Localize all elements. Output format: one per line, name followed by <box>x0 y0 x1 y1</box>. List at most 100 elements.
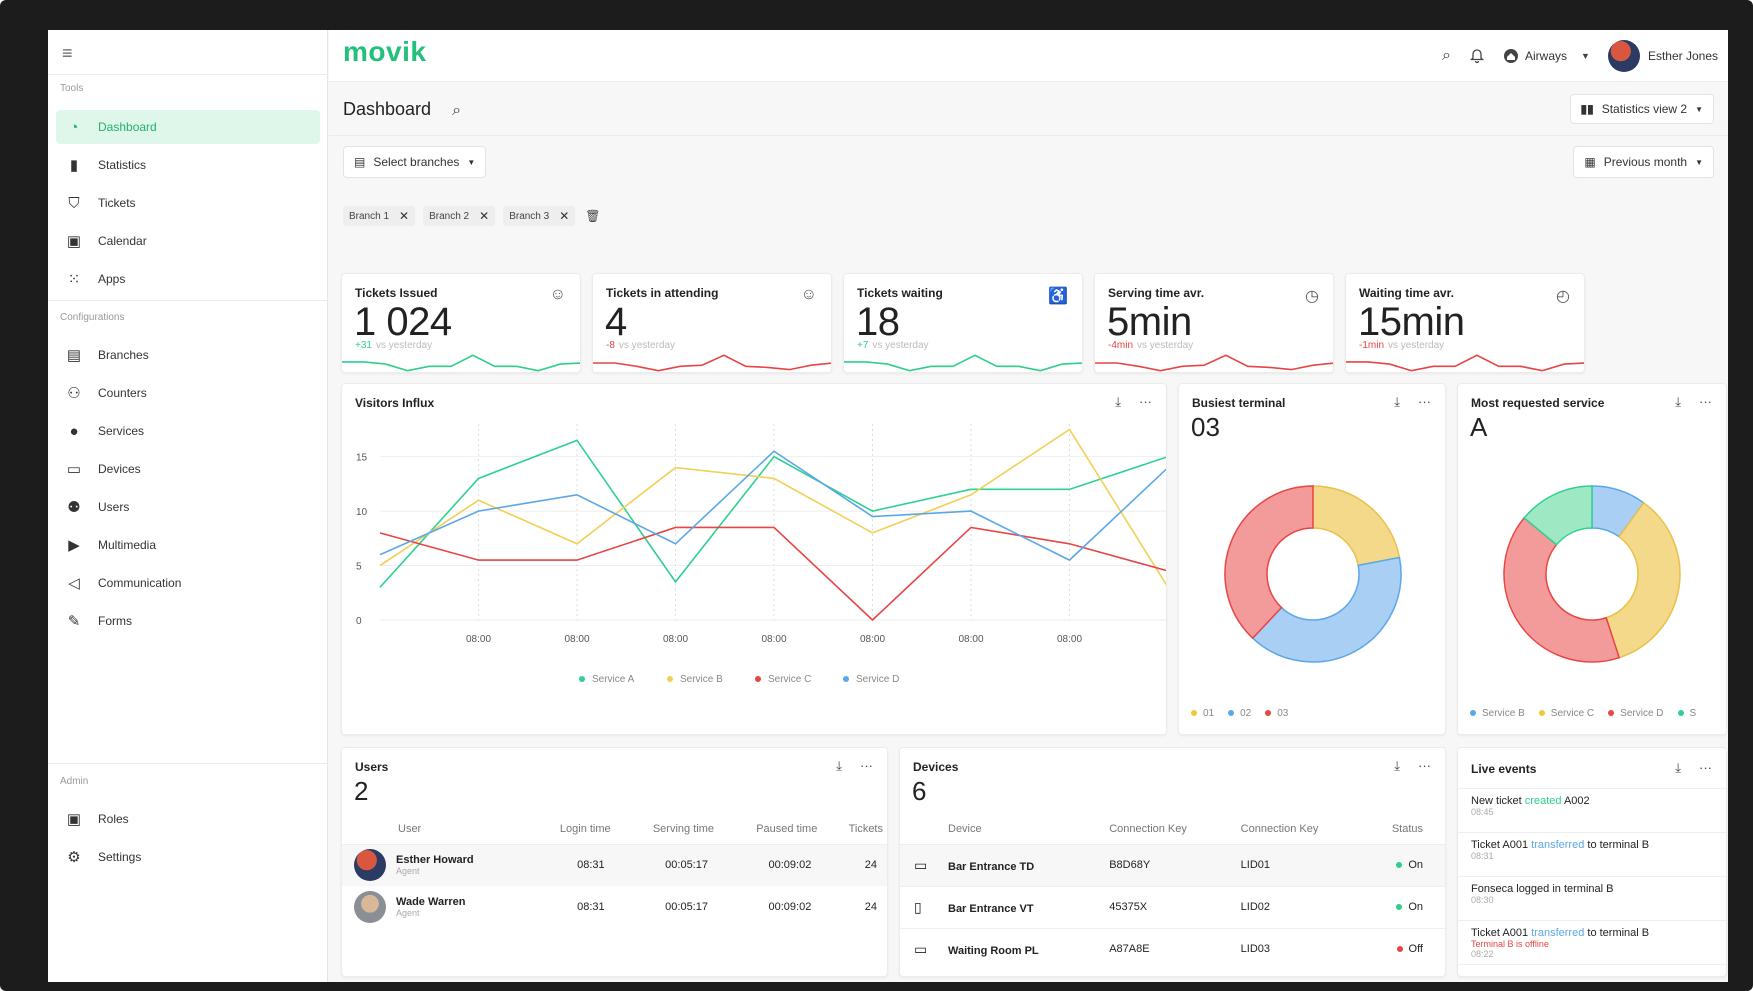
sidebar-item-counters[interactable]: ⚇ Counters <box>56 376 320 410</box>
legend-marker <box>1470 710 1476 716</box>
sidebar: ≡ Tools ◔ Dashboard ▮ Statistics ⛉ Tickets ▣ Ca… <box>48 30 328 982</box>
column-header: User <box>398 822 422 835</box>
download-icon[interactable]: ⤓ <box>1394 758 1400 774</box>
chevron-down-icon: ▼ <box>467 157 476 167</box>
user-name: Wade Warren <box>396 896 466 908</box>
sidebar-item-branches[interactable]: ▤ Branches <box>56 338 320 372</box>
status-dot <box>1396 862 1403 868</box>
y-tick-label: 10 <box>356 507 368 518</box>
services-icon: ● <box>69 422 79 440</box>
face-icon: ☺ <box>549 286 566 303</box>
sidebar-item-services[interactable]: ● Services <box>56 414 320 448</box>
sidebar-item-apps[interactable]: ⁙ Apps <box>56 262 320 296</box>
sidebar-item-dashboard[interactable]: ◔ Dashboard <box>56 110 320 144</box>
kpi-card: Serving time avr. 5min ◷ -4min vs yesterday <box>1094 273 1334 373</box>
legend-item: 01 <box>1191 708 1214 719</box>
statistics-view-dropdown[interactable]: ▮▮ Statistics view 2 ▼ <box>1569 94 1714 124</box>
kpi-card: Tickets Issued 1 024 ☺ +31 vs yesterday <box>341 273 581 373</box>
list-item[interactable]: Ticket A001 transferred to terminal B Ter… <box>1458 921 1726 965</box>
calendar-icon: ▦ <box>1584 155 1596 169</box>
sidebar-item-roles[interactable]: ▣ Roles <box>56 802 320 836</box>
close-icon[interactable]: ✕ <box>559 209 569 223</box>
kpi-card: Tickets waiting 18 ♿ +7 vs yesterday <box>843 273 1083 373</box>
kpi-card: Tickets in attending 4 ☺ -8 vs yesterday <box>592 273 832 373</box>
select-branches-button[interactable]: ▤ Select branches ▼ <box>343 146 487 178</box>
close-icon[interactable]: ✕ <box>399 209 409 223</box>
sidebar-item-label: Branches <box>98 348 149 362</box>
legend-label: 01 <box>1203 708 1215 719</box>
sidebar-item-statistics[interactable]: ▮ Statistics <box>56 148 320 182</box>
bar-chart-icon: ▮ <box>69 157 79 174</box>
search-icon[interactable]: ⌕ <box>1442 47 1451 65</box>
most-requested-card: Most requested service ⤓ ··· A Service BS… <box>1457 383 1727 735</box>
more-icon[interactable]: ··· <box>860 758 873 774</box>
list-item[interactable]: New ticket created A002 08:45 <box>1458 789 1726 833</box>
connection-key: LID01 <box>1240 859 1271 871</box>
download-icon[interactable]: ⤓ <box>836 758 842 774</box>
legend-label: Service C <box>768 674 811 685</box>
user-role: Agent <box>396 908 420 918</box>
sidebar-item-users[interactable]: ⚉ Users <box>56 490 320 524</box>
sidebar-item-multimedia[interactable]: ▶ Multimedia <box>56 528 320 562</box>
close-icon[interactable]: ✕ <box>479 209 489 223</box>
table-row[interactable]: Wade Warren Agent 08:31 00:05:17 00:09:02 24 <box>342 886 887 928</box>
sidebar-item-devices[interactable]: ▭ Devices <box>56 452 320 486</box>
list-item[interactable]: Fonseca logged in terminal B 08:30 <box>1458 877 1726 921</box>
event-text-part: Ticket A001 <box>1471 839 1532 851</box>
kpi-value: 1 024 <box>354 300 452 344</box>
monitor-icon: ▭ <box>914 940 928 957</box>
table-row[interactable]: ▭ Bar Entrance TD B8D68Y LID01 On <box>900 844 1445 886</box>
sidebar-item-forms[interactable]: ✎ Forms <box>56 604 320 638</box>
page-title-text: Dashboard <box>343 99 432 119</box>
company-selector[interactable]: Airways ▼ <box>1503 48 1590 64</box>
status-cell: On <box>1366 886 1445 928</box>
divider <box>48 763 328 764</box>
kpi-sparkline <box>1095 354 1333 372</box>
sidebar-item-settings[interactable]: ⚙ Settings <box>56 840 320 874</box>
x-tick-label: 08:00 <box>761 634 786 645</box>
period-dropdown[interactable]: ▦ Previous month ▼ <box>1573 146 1714 178</box>
search-icon[interactable]: ⌕ <box>452 102 461 119</box>
user-menu[interactable]: Esther Jones <box>1607 40 1718 72</box>
connection-key: B8D68Y <box>1109 859 1151 871</box>
list-item[interactable]: Ticket A001 transferred to terminal B 08:… <box>1458 833 1726 877</box>
table-header: User Login time Serving time Paused time Tic… <box>342 814 887 844</box>
sparkline <box>844 354 1082 372</box>
table-row[interactable]: ▯ Bar Entrance VT 45375X LID02 On <box>900 886 1445 928</box>
timer-icon: ◷ <box>1305 288 1319 305</box>
sidebar-item-calendar[interactable]: ▣ Calendar <box>56 224 320 258</box>
user-name: Esther Howard <box>396 854 474 867</box>
event-time: 08:45 <box>1471 807 1494 817</box>
more-icon[interactable]: ··· <box>1418 758 1431 774</box>
avatar <box>354 891 386 923</box>
kpi-value: 15min <box>1358 300 1465 344</box>
live-events-card: Live events ⤓ ··· New ticket created A002… <box>1457 747 1727 977</box>
trash-icon[interactable]: 🗑 <box>585 209 600 223</box>
event-action: transferred <box>1531 927 1585 939</box>
menu-icon[interactable]: ≡ <box>62 44 80 62</box>
legend-marker <box>843 676 849 682</box>
divider <box>48 300 328 301</box>
event-time: 08:31 <box>1471 851 1494 861</box>
app-screen: ≡ Tools ◔ Dashboard ▮ Statistics ⛉ Tickets ▣ Ca… <box>48 30 1728 982</box>
sidebar-item-tickets[interactable]: ⛉ Tickets <box>56 186 320 220</box>
main-content: Dashboard ⌕ ▮▮ Statistics view 2 ▼ ▤ Sel… <box>329 83 1728 982</box>
table-row[interactable]: ▭ Waiting Room PL A87A8E LID03 Off <box>900 928 1445 970</box>
y-tick-label: 15 <box>356 453 368 464</box>
sidebar-item-label: Multimedia <box>98 538 157 552</box>
series-line <box>379 526 1166 622</box>
more-icon[interactable]: ··· <box>1699 760 1712 776</box>
device-cell: ▭ Waiting Room PL <box>900 928 1103 970</box>
download-icon[interactable]: ⤓ <box>1675 760 1681 776</box>
apps-grid-icon: ⁙ <box>67 271 81 288</box>
table-row[interactable]: Esther Howard Agent 08:31 00:05:17 00:09:02 2… <box>342 844 887 886</box>
accessible-icon: ♿ <box>1048 288 1068 305</box>
sidebar-item-communication[interactable]: ◁ Communication <box>56 566 320 600</box>
bell-icon[interactable] <box>1469 48 1485 64</box>
column-header: Paused time <box>756 822 818 835</box>
sidebar-item-label: Statistics <box>98 158 147 172</box>
event-text-part: Ticket A001 <box>1471 927 1532 939</box>
donut-slice <box>1224 485 1314 640</box>
company-logo-icon <box>1503 48 1519 64</box>
chevron-down-icon: ▼ <box>1581 51 1590 61</box>
